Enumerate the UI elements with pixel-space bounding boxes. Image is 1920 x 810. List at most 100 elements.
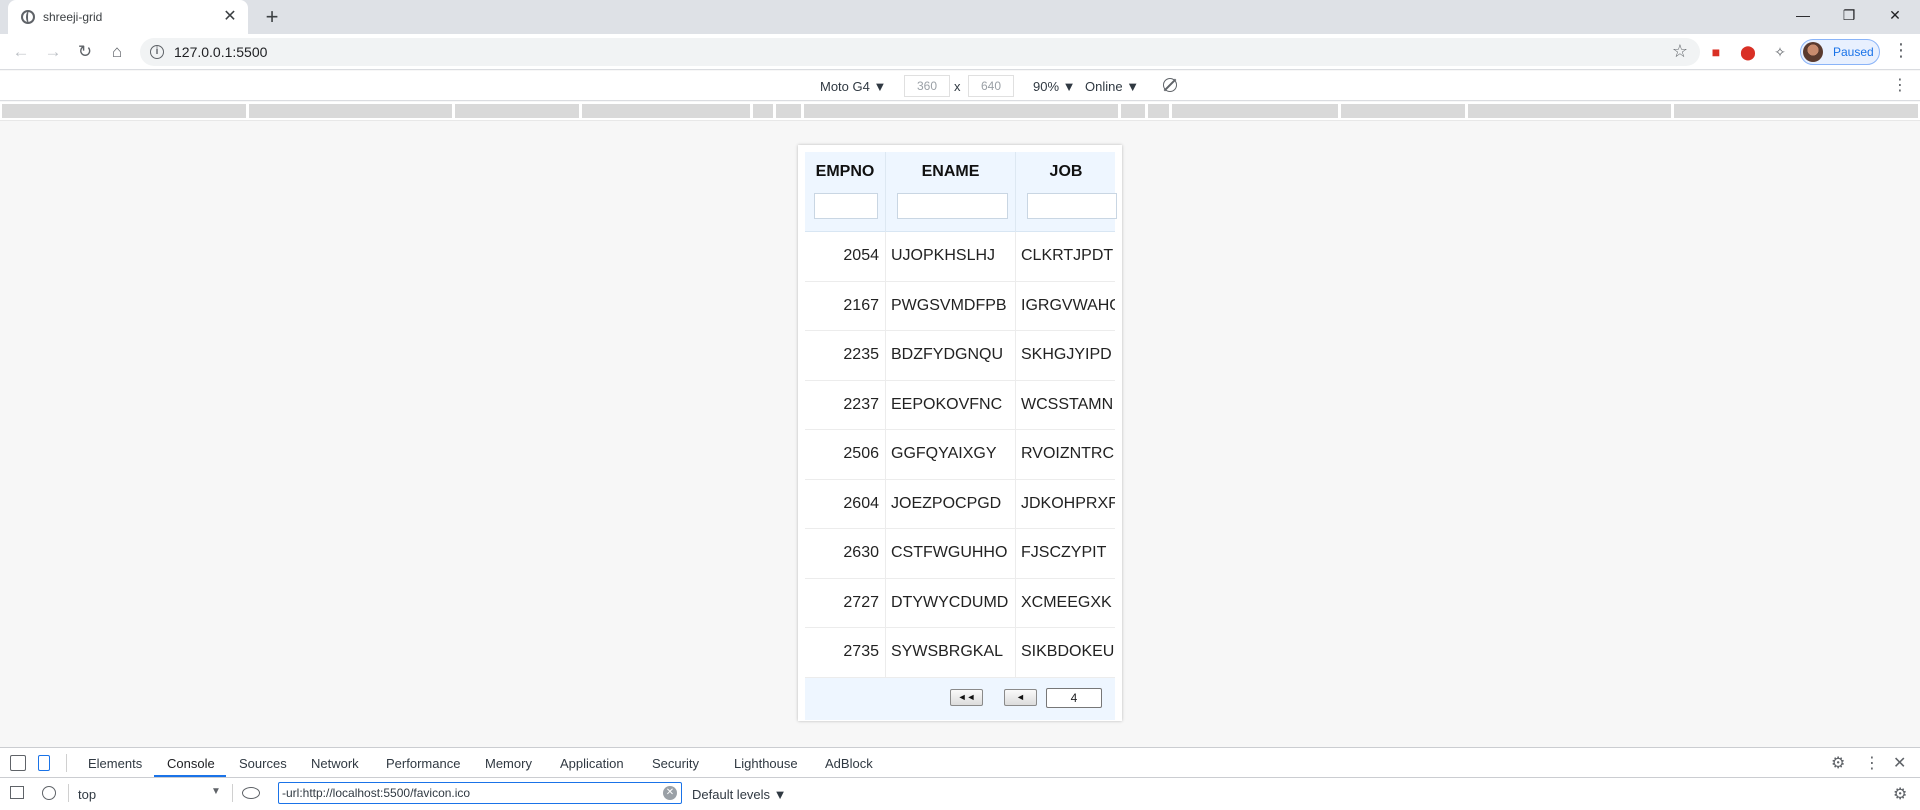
job-cell[interactable]: WCSSTAMN: [1016, 381, 1115, 431]
empno-filter-input[interactable]: [814, 193, 878, 219]
device-select[interactable]: Moto G4 ▼: [820, 79, 886, 94]
settings-gear-icon[interactable]: ⚙: [1831, 753, 1845, 773]
media-query-segment[interactable]: [776, 104, 801, 118]
tab-lighthouse[interactable]: Lighthouse: [734, 756, 798, 771]
tab-performance[interactable]: Performance: [386, 756, 460, 771]
tab-sources[interactable]: Sources: [239, 756, 287, 771]
tab-close-icon[interactable]: ✕: [220, 7, 240, 27]
column-header-ename[interactable]: ENAME: [886, 152, 1016, 232]
empno-cell[interactable]: 2735: [805, 628, 886, 678]
job-cell[interactable]: SIKBDOKEU: [1016, 628, 1115, 678]
log-levels-select[interactable]: Default levels ▼: [692, 787, 787, 802]
devtools-menu-icon[interactable]: ⋮: [1864, 753, 1880, 773]
empno-cell[interactable]: 2506: [805, 430, 886, 480]
device-toolbar-menu-icon[interactable]: ⋮: [1892, 75, 1908, 95]
table-row[interactable]: 2054 UJOPKHSLHJ CLKRTJPDT: [805, 232, 1115, 282]
job-cell[interactable]: CLKRTJPDT: [1016, 232, 1115, 282]
media-query-segment[interactable]: [582, 104, 750, 118]
media-query-segment[interactable]: [1148, 104, 1169, 118]
rotate-icon[interactable]: [1163, 78, 1177, 92]
bookmark-star-icon[interactable]: ☆: [1672, 41, 1688, 62]
table-row[interactable]: 2237 EEPOKOVFNC WCSSTAMN: [805, 380, 1115, 431]
ename-filter-input[interactable]: [897, 193, 1008, 219]
empno-cell[interactable]: 2727: [805, 578, 886, 628]
media-query-segment[interactable]: [249, 104, 452, 118]
device-toggle-icon[interactable]: [38, 755, 50, 771]
page-number-input[interactable]: 4: [1046, 688, 1102, 708]
table-row[interactable]: 2167 PWGSVMDFPB IGRGVWAHG: [805, 281, 1115, 332]
media-query-segment[interactable]: [1468, 104, 1671, 118]
ename-cell[interactable]: JOEZPOCPGD: [886, 479, 1016, 529]
network-throttle-select[interactable]: Online ▼: [1085, 79, 1139, 94]
table-row[interactable]: 2735 SYWSBRGKAL SIKBDOKEU: [805, 628, 1115, 678]
first-page-button[interactable]: ◄◄: [950, 689, 983, 706]
empno-cell[interactable]: 2237: [805, 380, 886, 430]
chevron-down-icon[interactable]: ▼: [211, 786, 221, 797]
job-cell[interactable]: IGRGVWAHG: [1016, 282, 1115, 332]
tab-adblock[interactable]: AdBlock: [825, 756, 873, 771]
window-close-icon[interactable]: ✕: [1872, 0, 1918, 30]
ename-cell[interactable]: PWGSVMDFPB: [886, 281, 1016, 331]
adblock-icon[interactable]: ⬤: [1738, 42, 1758, 62]
ename-cell[interactable]: UJOPKHSLHJ: [886, 232, 1016, 282]
table-row[interactable]: 2235 BDZFYDGNQU SKHGJYIPD: [805, 331, 1115, 381]
new-tab-button[interactable]: +: [260, 6, 284, 30]
table-row[interactable]: 2727 DTYWYCDUMD XCMEEGXK: [805, 578, 1115, 629]
column-header-job[interactable]: JOB: [1016, 152, 1122, 232]
clear-console-icon[interactable]: [42, 786, 56, 800]
media-query-segment[interactable]: [1341, 104, 1465, 118]
home-icon[interactable]: ⌂: [105, 40, 129, 64]
tab-elements[interactable]: Elements: [88, 756, 142, 771]
address-bar[interactable]: i 127.0.0.1:5500 ☆: [140, 38, 1700, 66]
media-query-segment[interactable]: [1172, 104, 1338, 118]
tab-application[interactable]: Application: [560, 756, 624, 771]
puzzle-icon[interactable]: ✧: [1770, 42, 1790, 62]
job-filter-input[interactable]: [1027, 193, 1117, 219]
info-icon[interactable]: i: [150, 45, 164, 59]
reload-icon[interactable]: ↻: [73, 40, 97, 64]
device-height-input[interactable]: 640: [968, 75, 1014, 97]
empno-cell[interactable]: 2054: [805, 232, 886, 282]
inspect-element-icon[interactable]: [10, 755, 26, 771]
browser-menu-icon[interactable]: ⋮: [1892, 40, 1910, 61]
zoom-select[interactable]: 90% ▼: [1033, 79, 1076, 94]
empno-cell[interactable]: 2167: [805, 281, 886, 331]
empno-cell[interactable]: 2630: [805, 529, 886, 579]
media-query-segment[interactable]: [804, 104, 1118, 118]
restore-icon[interactable]: ❐: [1826, 0, 1872, 30]
media-query-segment[interactable]: [455, 104, 579, 118]
back-arrow-icon[interactable]: ←: [9, 40, 33, 64]
tab-memory[interactable]: Memory: [485, 756, 532, 771]
table-row[interactable]: 2604 JOEZPOCPGD JDKOHPRXF: [805, 479, 1115, 530]
minimize-icon[interactable]: —: [1780, 0, 1826, 30]
extension-car-icon[interactable]: ■: [1706, 42, 1726, 62]
job-cell[interactable]: XCMEEGXK: [1016, 579, 1115, 629]
media-query-segment[interactable]: [753, 104, 773, 118]
ename-cell[interactable]: DTYWYCDUMD: [886, 578, 1016, 628]
sidebar-toggle-icon[interactable]: [10, 786, 24, 799]
ename-cell[interactable]: BDZFYDGNQU: [886, 331, 1016, 381]
media-query-segment[interactable]: [1121, 104, 1145, 118]
clear-filter-icon[interactable]: ✕: [663, 786, 677, 800]
media-query-segment[interactable]: [1674, 104, 1918, 118]
empno-cell[interactable]: 2604: [805, 479, 886, 529]
ename-cell[interactable]: GGFQYAIXGY: [886, 430, 1016, 480]
devtools-close-icon[interactable]: ✕: [1893, 753, 1906, 773]
job-cell[interactable]: JDKOHPRXF: [1016, 480, 1115, 530]
filter-input[interactable]: [282, 785, 652, 801]
profile-button[interactable]: Paused: [1800, 39, 1880, 65]
empno-cell[interactable]: 2235: [805, 331, 886, 381]
tab-network[interactable]: Network: [311, 756, 359, 771]
job-cell[interactable]: FJSCZYPIT: [1016, 529, 1115, 579]
job-cell[interactable]: RVOIZNTRC: [1016, 430, 1115, 480]
column-header-empno[interactable]: EMPNO: [805, 152, 886, 232]
table-row[interactable]: 2506 GGFQYAIXGY RVOIZNTRC: [805, 430, 1115, 480]
forward-arrow-icon[interactable]: →: [41, 40, 65, 64]
context-select[interactable]: top: [78, 787, 96, 802]
console-settings-gear-icon[interactable]: ⚙: [1893, 784, 1907, 804]
job-cell[interactable]: SKHGJYIPD: [1016, 331, 1115, 381]
device-width-input[interactable]: 360: [904, 75, 950, 97]
browser-tab[interactable]: shreeji-grid ✕: [8, 0, 248, 34]
ename-cell[interactable]: CSTFWGUHHO: [886, 529, 1016, 579]
prev-page-button[interactable]: ◄: [1004, 689, 1037, 706]
